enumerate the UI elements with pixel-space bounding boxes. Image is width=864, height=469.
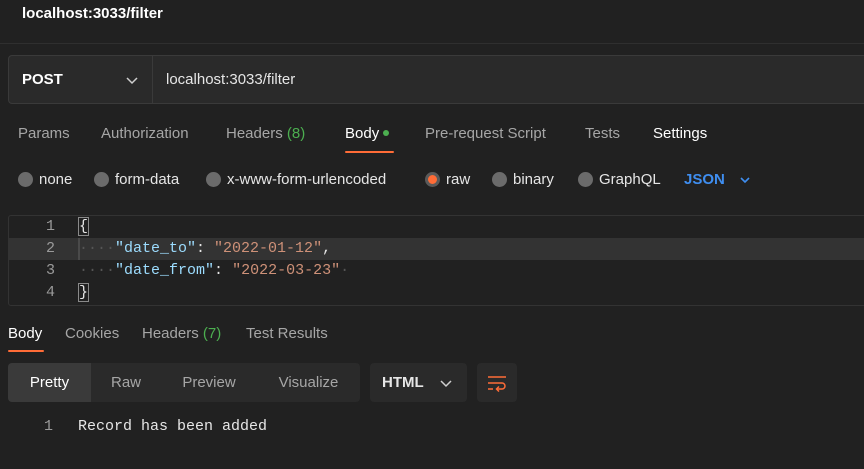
editor-line: 3 ····"date_from": "2022-03-23"·	[9, 260, 864, 282]
url-bar: POST	[8, 55, 864, 104]
editor-line: 1 {	[9, 216, 864, 238]
radio-label: binary	[513, 171, 554, 188]
chevron-down-icon	[740, 176, 750, 183]
json-separator: :	[196, 240, 215, 257]
chevron-down-icon	[126, 77, 138, 85]
radio-graphql[interactable]: GraphQL	[578, 171, 661, 188]
view-visualize-button[interactable]: Visualize	[257, 363, 360, 402]
tab-body[interactable]: Body	[345, 125, 390, 142]
radio-circle	[206, 172, 221, 187]
json-separator: :	[214, 262, 233, 279]
radio-raw[interactable]: raw	[425, 171, 470, 188]
tab-label: Headers	[142, 325, 199, 342]
tab-label: Settings	[653, 125, 708, 142]
line-number: 1	[43, 418, 53, 435]
tab-label: Test Results	[246, 325, 328, 342]
wrap-lines-icon	[488, 375, 506, 392]
json-value: "2022-03-23"	[232, 262, 341, 279]
request-body-editor[interactable]: 1 { 2 ····"date_to": "2022-01-12", 3 ···…	[8, 215, 864, 306]
response-body-viewer[interactable]: 1 Record has been added	[0, 416, 864, 440]
line-number: 1	[45, 218, 55, 235]
json-value: "2022-01-12"	[214, 240, 323, 257]
request-title[interactable]: localhost:3033/filter	[22, 5, 163, 22]
radio-label: none	[39, 171, 73, 188]
radio-label: GraphQL	[599, 171, 661, 188]
tab-label: Headers	[226, 125, 283, 142]
code-text: ····"date_to": "2022-01-12",	[79, 240, 332, 257]
body-type-selector: none form-data x-www-form-urlencoded raw…	[0, 165, 864, 195]
editor-line: 4 }	[9, 282, 864, 304]
modified-dot	[383, 130, 390, 137]
tab-cookies[interactable]: Cookies	[65, 325, 119, 342]
title-bar: localhost:3033/filter	[0, 0, 864, 44]
view-raw-button[interactable]: Raw	[91, 363, 161, 402]
close-brace: }	[77, 283, 90, 302]
tab-test-results[interactable]: Test Results	[246, 325, 328, 342]
radio-circle	[578, 172, 593, 187]
response-view-selector: Pretty Raw Preview Visualize	[8, 363, 360, 402]
tab-count: (8)	[286, 125, 306, 142]
view-preview-button[interactable]: Preview	[161, 363, 257, 402]
json-comma: ,	[322, 240, 332, 257]
tab-response-headers[interactable]: Headers (7)	[142, 325, 221, 342]
tab-label: Cookies	[65, 325, 120, 342]
line-number: 4	[45, 284, 55, 301]
radio-label: raw	[446, 171, 471, 188]
tab-label: Params	[18, 125, 70, 142]
view-pretty-button[interactable]: Pretty	[8, 363, 91, 402]
tab-tests[interactable]: Tests	[585, 125, 620, 142]
tab-count: (7)	[202, 325, 222, 342]
tab-label: Pre-request Script	[425, 125, 546, 142]
raw-format-label: JSON	[684, 171, 725, 188]
response-text: Record has been added	[78, 418, 268, 435]
radio-circle	[94, 172, 109, 187]
radio-label: x-www-form-urlencoded	[227, 171, 387, 188]
tab-params[interactable]: Params	[18, 125, 70, 142]
tab-settings[interactable]: Settings	[653, 125, 707, 142]
open-brace: {	[77, 217, 90, 236]
response-tabs: Body Cookies Headers (7) Test Results	[0, 318, 864, 354]
radio-circle	[425, 172, 440, 187]
code-text: }	[77, 283, 90, 302]
editor-line-active: 2 ····"date_to": "2022-01-12",	[9, 238, 864, 260]
tab-pre-request-script[interactable]: Pre-request Script	[425, 125, 546, 142]
chevron-down-icon	[440, 380, 452, 388]
radio-x-www-form-urlencoded[interactable]: x-www-form-urlencoded	[206, 171, 386, 188]
json-key: "date_to"	[115, 240, 197, 257]
tab-response-body[interactable]: Body	[8, 325, 42, 342]
json-key: "date_from"	[115, 262, 215, 279]
method-label: POST	[22, 71, 63, 88]
line-number: 2	[45, 240, 55, 257]
raw-format-select[interactable]: JSON	[684, 171, 751, 188]
tab-label: Body	[8, 325, 43, 342]
url-input[interactable]	[153, 56, 864, 103]
line-number: 3	[45, 262, 55, 279]
radio-circle	[492, 172, 507, 187]
code-text: ····"date_from": "2022-03-23"·	[79, 262, 350, 279]
code-text: {	[77, 217, 90, 236]
radio-form-data[interactable]: form-data	[94, 171, 179, 188]
radio-none[interactable]: none	[18, 171, 72, 188]
radio-binary[interactable]: binary	[492, 171, 554, 188]
tab-label: Tests	[585, 125, 621, 142]
wrap-lines-button[interactable]	[477, 363, 517, 402]
tab-label: Authorization	[101, 125, 189, 142]
radio-label: form-data	[115, 171, 180, 188]
active-tab-indicator	[345, 151, 394, 153]
tab-headers[interactable]: Headers (8)	[226, 125, 305, 142]
radio-circle	[18, 172, 33, 187]
tab-authorization[interactable]: Authorization	[101, 125, 189, 142]
tab-label: Body	[345, 125, 380, 142]
response-format-select[interactable]: HTML	[370, 363, 467, 402]
request-tabs: Params Authorization Headers (8) Body Pr…	[0, 115, 864, 155]
response-format-label: HTML	[382, 374, 424, 391]
method-select[interactable]: POST	[9, 56, 153, 103]
active-tab-indicator	[8, 350, 44, 352]
